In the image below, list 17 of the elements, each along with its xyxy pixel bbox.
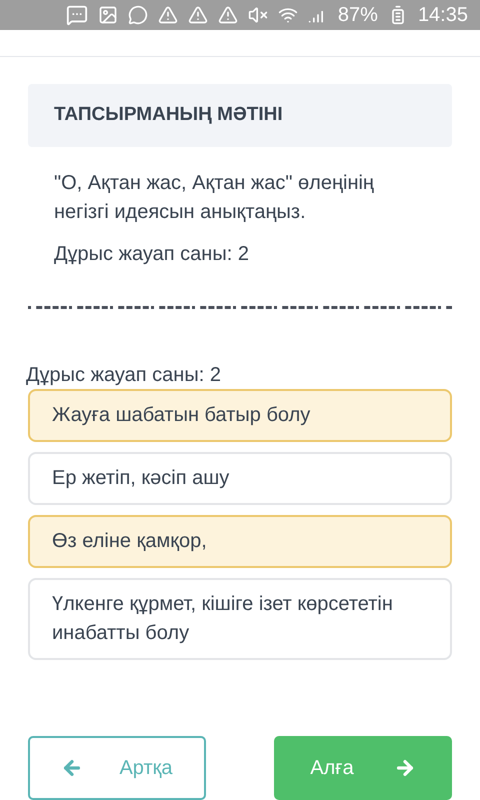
- message-icon: [66, 4, 88, 26]
- chat-icon: [128, 5, 148, 25]
- image-icon: [98, 5, 118, 25]
- answer-option[interactable]: Жауға шабатын батыр болу: [28, 389, 452, 442]
- task-header: ТАПСЫРМАНЫҢ МӘТІНІ: [28, 84, 452, 147]
- answer-option[interactable]: Үлкенге құрмет, кішіге ізет көрсететін инабатты болу: [28, 578, 452, 660]
- warning-icon: [158, 5, 178, 25]
- mute-icon: [248, 5, 268, 25]
- warning-icon: [188, 5, 208, 25]
- clock: 14:35: [418, 3, 468, 28]
- answer-count-label: Дұрыс жауап саны: 2: [26, 363, 222, 387]
- answer-option[interactable]: Өз еліне қамқор,: [28, 515, 452, 568]
- warning-icon: [218, 5, 238, 25]
- answer-count: Дұрыс жауап саны: 2: [53, 242, 250, 267]
- answer-option[interactable]: Ер жетіп, кәсіп ашу: [28, 452, 452, 505]
- question-text: "О, Ақтан жас, Ақтан жас" өлеңінің негізгі идеясын анықтаңыз.: [53, 171, 375, 225]
- battery-percent: 87%: [338, 3, 378, 28]
